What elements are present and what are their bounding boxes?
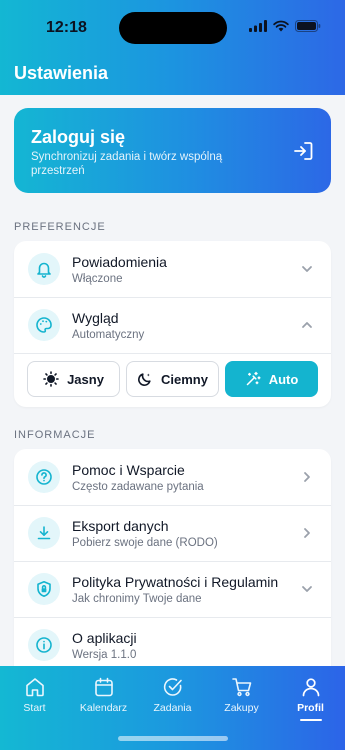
page-title: Ustawienia bbox=[14, 63, 109, 83]
help-icon bbox=[28, 461, 60, 493]
chevron-up-icon bbox=[302, 322, 312, 328]
help-title: Pomoc i Wsparcie bbox=[72, 462, 185, 478]
login-title: Zaloguj się bbox=[31, 127, 126, 147]
battery-icon bbox=[295, 20, 321, 32]
notifications-subtitle: Włączone bbox=[72, 273, 123, 285]
tab-profil-label: Profil bbox=[297, 702, 324, 714]
palette-icon bbox=[28, 309, 60, 341]
preferences-card: Powiadomienia Włączone Wygląd Automatycz… bbox=[14, 241, 331, 407]
home-icon bbox=[25, 678, 44, 697]
about-subtitle: Wersja 1.1.0 bbox=[72, 649, 137, 661]
privacy-subtitle: Jak chronimy Twoje dane bbox=[72, 593, 202, 605]
preferences-section-label: PREFERENCJE bbox=[14, 221, 106, 233]
bell-icon bbox=[28, 253, 60, 285]
about-row[interactable]: O aplikacji Wersja 1.1.0 bbox=[14, 617, 331, 673]
info-card: Pomoc i Wsparcie Często zadawane pytania… bbox=[14, 449, 331, 689]
theme-light-label: Jasny bbox=[67, 371, 104, 387]
download-icon bbox=[28, 517, 60, 549]
tab-start-label: Start bbox=[23, 702, 46, 714]
check-circle-icon bbox=[163, 678, 182, 696]
chevron-right-icon bbox=[304, 528, 310, 538]
tab-start[interactable]: Start bbox=[0, 676, 69, 714]
login-description: Synchronizuj zadania i twórz wspólną prz… bbox=[31, 151, 223, 177]
info-section-label: INFORMACJE bbox=[14, 429, 96, 441]
tab-zadania-label: Zadania bbox=[153, 702, 192, 714]
auto-theme-icon bbox=[246, 371, 261, 386]
login-card[interactable]: Zaloguj się Synchronizuj zadania i twórz… bbox=[14, 108, 331, 193]
chevron-right-icon bbox=[304, 472, 310, 482]
export-row[interactable]: Eksport danych Pobierz swoje dane (RODO) bbox=[14, 505, 331, 561]
header-bar: 12:18 Ustawienia bbox=[0, 0, 345, 95]
calendar-icon bbox=[94, 677, 113, 697]
appearance-subtitle: Automatyczny bbox=[72, 329, 145, 341]
theme-selector: Jasny Ciemny Auto bbox=[14, 353, 331, 407]
theme-light-button[interactable]: Jasny bbox=[27, 361, 120, 397]
theme-dark-button[interactable]: Ciemny bbox=[126, 361, 219, 397]
tab-kalendarz[interactable]: Kalendarz bbox=[69, 676, 138, 714]
info-icon bbox=[28, 629, 60, 661]
login-icon bbox=[294, 142, 313, 160]
shield-lock-icon bbox=[28, 573, 60, 605]
home-indicator bbox=[118, 736, 228, 741]
export-subtitle: Pobierz swoje dane (RODO) bbox=[72, 537, 218, 549]
about-title: O aplikacji bbox=[72, 630, 137, 646]
chevron-down-icon bbox=[302, 586, 312, 592]
status-icons bbox=[249, 20, 321, 32]
notifications-row[interactable]: Powiadomienia Włączone bbox=[14, 241, 331, 297]
tab-zakupy-label: Zakupy bbox=[224, 702, 259, 714]
theme-dark-label: Ciemny bbox=[161, 371, 208, 387]
notifications-title: Powiadomienia bbox=[72, 254, 167, 270]
chevron-down-icon bbox=[302, 266, 312, 272]
dynamic-island bbox=[119, 12, 227, 44]
export-title: Eksport danych bbox=[72, 518, 169, 534]
theme-auto-button[interactable]: Auto bbox=[225, 361, 318, 397]
appearance-row[interactable]: Wygląd Automatyczny bbox=[14, 297, 331, 353]
active-tab-indicator bbox=[299, 719, 322, 721]
person-icon bbox=[302, 678, 319, 697]
theme-auto-label: Auto bbox=[268, 371, 299, 387]
tab-kalendarz-label: Kalendarz bbox=[79, 702, 128, 714]
help-subtitle: Często zadawane pytania bbox=[72, 481, 204, 493]
help-row[interactable]: Pomoc i Wsparcie Często zadawane pytania bbox=[14, 449, 331, 505]
sun-icon bbox=[43, 371, 59, 387]
status-time: 12:18 bbox=[46, 19, 87, 36]
moon-icon bbox=[138, 373, 151, 386]
privacy-row[interactable]: Polityka Prywatności i Regulamin Jak chr… bbox=[14, 561, 331, 617]
tab-zakupy[interactable]: Zakupy bbox=[207, 676, 276, 714]
tab-zadania[interactable]: Zadania bbox=[138, 676, 207, 714]
appearance-title: Wygląd bbox=[72, 310, 119, 326]
wifi-icon bbox=[273, 20, 289, 32]
tab-profil[interactable]: Profil bbox=[276, 676, 345, 721]
signal-icon bbox=[249, 20, 267, 32]
cart-icon bbox=[231, 678, 251, 697]
privacy-title: Polityka Prywatności i Regulamin bbox=[72, 574, 279, 590]
